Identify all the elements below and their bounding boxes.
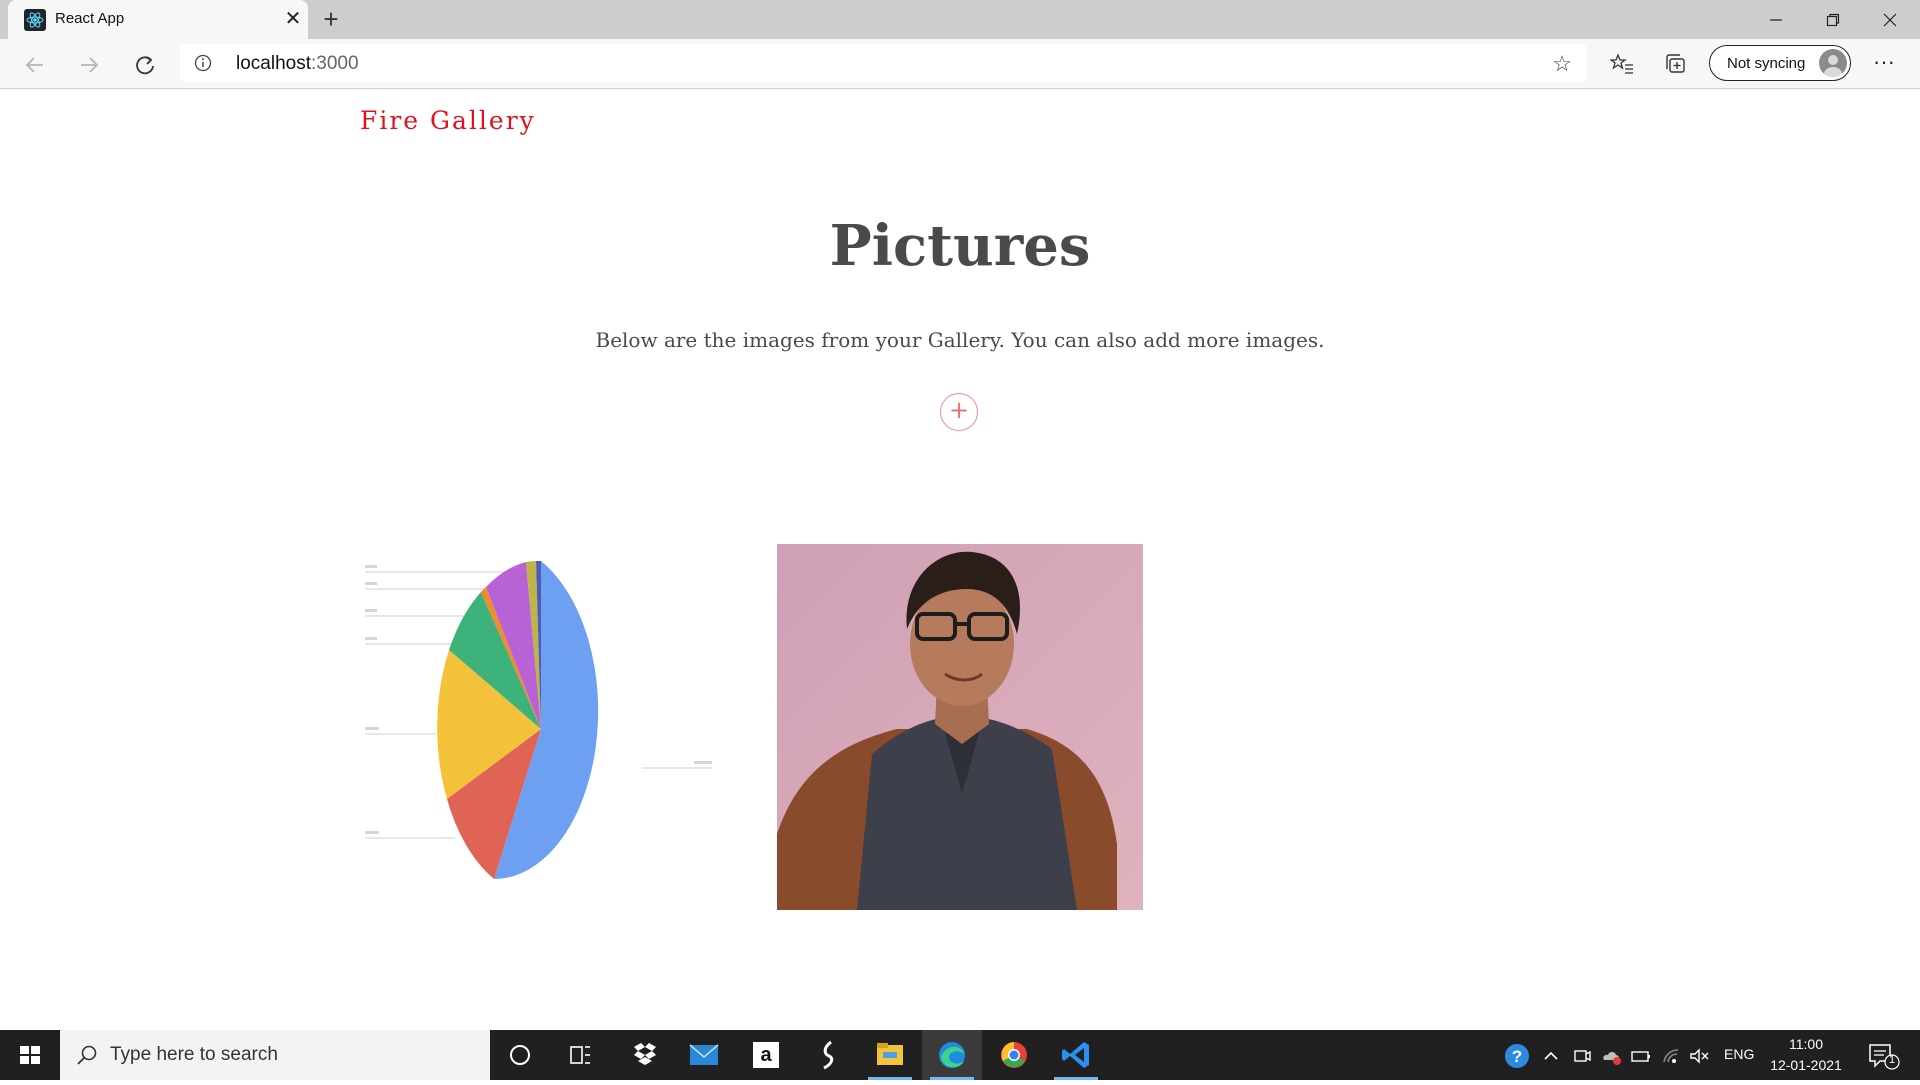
notification-center-icon[interactable]: 1 bbox=[1862, 1040, 1902, 1070]
windows-taskbar: Type here to search a ? ENG 11:00 12-01-… bbox=[0, 1030, 1920, 1080]
tab-title: React App bbox=[55, 10, 125, 27]
notification-count: 1 bbox=[1888, 1054, 1896, 1066]
portrait-picture bbox=[777, 544, 1143, 910]
clock-date: 12-01-2021 bbox=[1770, 1057, 1842, 1073]
volume-muted-icon[interactable] bbox=[1688, 1045, 1710, 1067]
search-placeholder: Type here to search bbox=[110, 1044, 278, 1065]
page-subtitle: Below are the images from your Gallery. … bbox=[595, 328, 1325, 352]
taskbar-search-box[interactable]: Type here to search bbox=[60, 1030, 490, 1080]
forward-arrow-icon[interactable] bbox=[72, 47, 106, 81]
collections-icon[interactable] bbox=[1660, 48, 1692, 80]
chrome-icon[interactable] bbox=[984, 1030, 1044, 1080]
cursive-app-icon[interactable] bbox=[798, 1030, 858, 1080]
more-options-icon[interactable]: ··· bbox=[1868, 48, 1900, 80]
sync-status-label: Not syncing bbox=[1727, 55, 1806, 72]
wifi-icon[interactable] bbox=[1660, 1045, 1682, 1067]
address-bar[interactable]: localhost:3000 ☆ bbox=[180, 44, 1586, 82]
new-tab-icon[interactable]: + bbox=[316, 4, 346, 34]
system-clock[interactable]: 11:00 12-01-2021 bbox=[1760, 1034, 1852, 1076]
browser-toolbar: localhost:3000 ☆ Not syncing ··· bbox=[0, 39, 1920, 89]
brand-title[interactable]: Fire Gallery bbox=[360, 106, 536, 135]
file-explorer-icon[interactable] bbox=[860, 1030, 920, 1080]
help-icon[interactable]: ? bbox=[1504, 1043, 1530, 1069]
dropbox-icon[interactable] bbox=[612, 1030, 672, 1080]
profile-avatar-icon bbox=[1819, 49, 1847, 77]
edge-icon[interactable] bbox=[922, 1030, 982, 1080]
vscode-icon[interactable] bbox=[1046, 1030, 1106, 1080]
clock-time: 11:00 bbox=[1789, 1036, 1823, 1052]
gallery-image-portrait[interactable] bbox=[777, 544, 1143, 910]
back-arrow-icon[interactable] bbox=[18, 47, 52, 81]
profile-sync-button[interactable]: Not syncing bbox=[1709, 45, 1851, 81]
browser-title-bar: React App ✕ + bbox=[0, 0, 1920, 39]
url-port: :3000 bbox=[311, 53, 359, 74]
svg-text:a: a bbox=[760, 1044, 772, 1066]
url-text[interactable]: localhost:3000 bbox=[236, 53, 359, 75]
windows-start-icon[interactable] bbox=[0, 1030, 60, 1080]
site-info-icon[interactable] bbox=[194, 54, 212, 72]
chevron-up-icon[interactable] bbox=[1540, 1045, 1562, 1067]
favorite-star-icon[interactable]: ☆ bbox=[1552, 51, 1572, 77]
page-title: Pictures bbox=[829, 213, 1091, 279]
svg-text:?: ? bbox=[1512, 1047, 1522, 1066]
task-view-icon[interactable] bbox=[550, 1030, 610, 1080]
gallery-image-pie-chart[interactable] bbox=[360, 544, 726, 910]
amazon-icon[interactable]: a bbox=[736, 1030, 796, 1080]
mail-icon[interactable] bbox=[674, 1030, 734, 1080]
battery-icon[interactable] bbox=[1630, 1045, 1652, 1067]
onedrive-icon[interactable] bbox=[1600, 1045, 1622, 1067]
close-tab-icon[interactable]: ✕ bbox=[280, 6, 306, 32]
pie-chart-picture bbox=[365, 560, 712, 880]
search-icon bbox=[77, 1045, 97, 1065]
tab-react-app[interactable]: React App ✕ bbox=[8, 0, 308, 39]
language-indicator[interactable]: ENG bbox=[1724, 1046, 1754, 1062]
refresh-icon[interactable] bbox=[128, 47, 162, 81]
minimize-icon[interactable] bbox=[1746, 0, 1806, 39]
restore-icon[interactable] bbox=[1803, 0, 1863, 39]
react-favicon-icon bbox=[24, 9, 46, 31]
favorites-icon[interactable] bbox=[1606, 48, 1638, 80]
url-host: localhost bbox=[236, 53, 311, 74]
close-window-icon[interactable] bbox=[1860, 0, 1920, 39]
add-image-button[interactable]: + bbox=[940, 393, 978, 431]
meet-now-icon[interactable] bbox=[1571, 1045, 1593, 1067]
cortana-icon[interactable] bbox=[490, 1030, 550, 1080]
